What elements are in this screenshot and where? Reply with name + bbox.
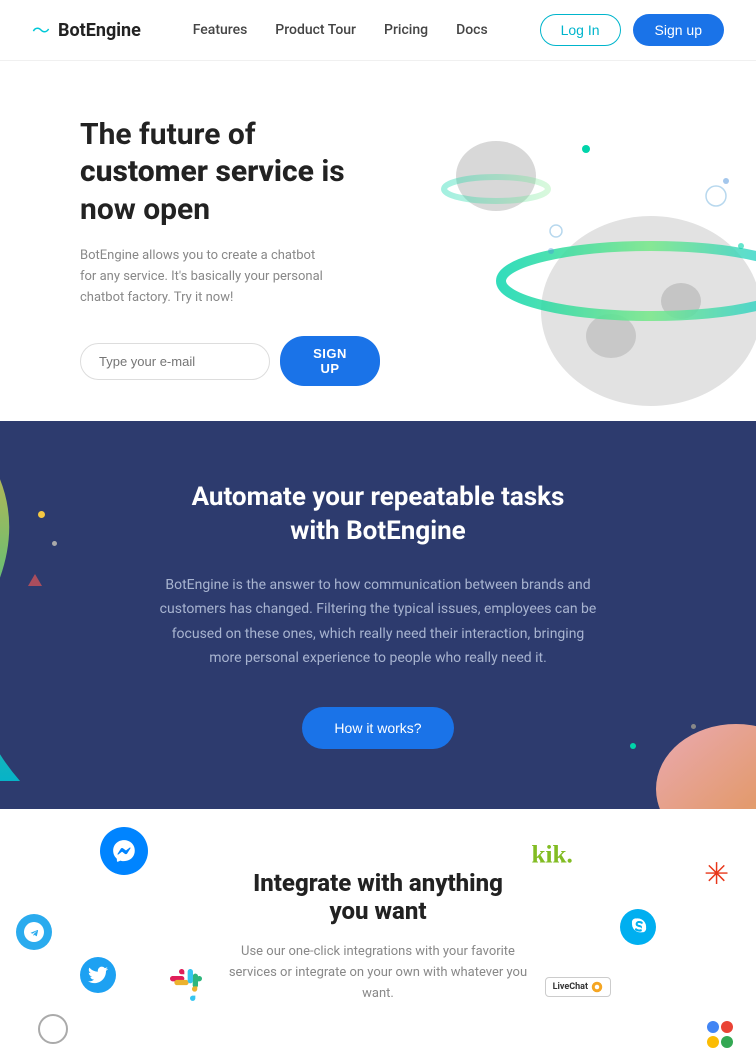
blob-right-decoration [646, 699, 756, 809]
slack-icon [168, 967, 204, 1003]
twitter-icon [80, 957, 116, 993]
dot-gray-bottom [691, 724, 696, 729]
livechat-icon: LiveChat [545, 977, 611, 997]
nav-actions: Log In Sign up [540, 14, 724, 46]
telegram-icon [16, 914, 52, 950]
svg-text:✳: ✳ [704, 858, 729, 889]
hero-email-input[interactable] [80, 343, 270, 380]
circle-outline-icon [38, 1014, 68, 1044]
dot-teal-bottom [630, 743, 636, 749]
skype-icon [620, 909, 656, 945]
nav-docs[interactable]: Docs [456, 22, 488, 38]
hero-title: The future of customer service is now op… [80, 116, 380, 229]
dark-section-heading: Automate your repeatable taskswith BotEn… [192, 481, 565, 549]
logo-text: BotEngine [58, 20, 141, 41]
login-button[interactable]: Log In [540, 14, 621, 46]
blob-left-decoration [0, 421, 70, 809]
hero-content: The future of customer service is now op… [80, 116, 380, 387]
nav-product-tour[interactable]: Product Tour [275, 22, 356, 38]
google-icon [702, 1017, 738, 1053]
integrate-heading: Integrate with anything you want [253, 869, 503, 925]
nav-features[interactable]: Features [193, 22, 248, 38]
navbar: 〜 BotEngine Features Product Tour Pricin… [0, 0, 756, 61]
nav-links: Features Product Tour Pricing Docs [193, 22, 488, 38]
icons-layer: kik. ✳ LiveChat [0, 809, 756, 1045]
snowflake-icon: ✳ [704, 857, 736, 893]
logo[interactable]: 〜 BotEngine [32, 17, 141, 43]
triangle-decoration [28, 571, 42, 590]
hero-description: BotEngine allows you to create a chatbot… [80, 246, 330, 308]
how-it-works-button[interactable]: How it works? [302, 707, 453, 749]
dark-section: Automate your repeatable taskswith BotEn… [0, 421, 756, 809]
hero-illustration [396, 81, 756, 421]
dark-section-description: BotEngine is the answer to how communica… [158, 573, 598, 671]
hero-title-plain: The future of [80, 117, 256, 152]
hero-signup-button[interactable]: SIGN UP [280, 336, 380, 386]
dot-gray [52, 541, 57, 546]
hero-title-highlight: customer service [80, 154, 314, 189]
planet-svg [396, 81, 756, 421]
kik-icon: kik. [528, 839, 598, 873]
integrate-description: Use our one-click integrations with your… [228, 941, 528, 1005]
hero-section: The future of customer service is now op… [0, 61, 756, 421]
integrate-section: kik. ✳ LiveChat Integrate with anything [0, 809, 756, 1045]
svg-text:kik.: kik. [532, 841, 573, 868]
nav-pricing[interactable]: Pricing [384, 22, 428, 38]
logo-wave-icon: 〜 [32, 17, 50, 43]
hero-form: SIGN UP [80, 336, 380, 386]
messenger-icon [100, 827, 148, 875]
signup-button[interactable]: Sign up [633, 14, 724, 46]
dot-yellow [38, 511, 45, 518]
